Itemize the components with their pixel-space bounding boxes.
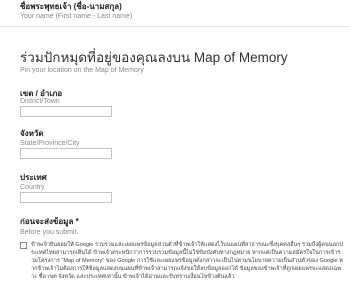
- country-field-sublabel: Country: [20, 184, 45, 191]
- name-field-sublabel: Your name (First name - Last name): [20, 13, 133, 20]
- section-divider: [0, 26, 350, 27]
- province-field-sublabel: State/Province/City: [20, 140, 80, 147]
- province-input[interactable]: [20, 148, 112, 159]
- consent-text: ข้าพเจ้ายินยอมให้ Google รวบรวมและเผยแพร…: [31, 242, 343, 280]
- consent-sublabel: Before you submit.: [20, 229, 79, 236]
- form-page: ชื่อพระพุทธเจ้า (ชื่อ-นามสกุล) Your name…: [0, 0, 350, 295]
- country-input[interactable]: [20, 192, 112, 203]
- consent-checkbox[interactable]: [20, 242, 27, 249]
- section-subtitle: Pin your location on the Map of Memory: [20, 67, 144, 74]
- country-field-label: ประเทศ: [20, 173, 47, 182]
- section-title: ร่วมปักหมุดที่อยู่ของคุณลงบน Map of Memo…: [20, 50, 288, 65]
- province-field-label: จังหวัด: [20, 129, 44, 138]
- district-field-sublabel: District/Town: [20, 98, 60, 105]
- district-input[interactable]: [20, 106, 112, 117]
- consent-label: ก่อนจะส่งข้อมูล *: [20, 217, 79, 226]
- name-field-label: ชื่อพระพุทธเจ้า (ชื่อ-นามสกุล): [20, 2, 122, 11]
